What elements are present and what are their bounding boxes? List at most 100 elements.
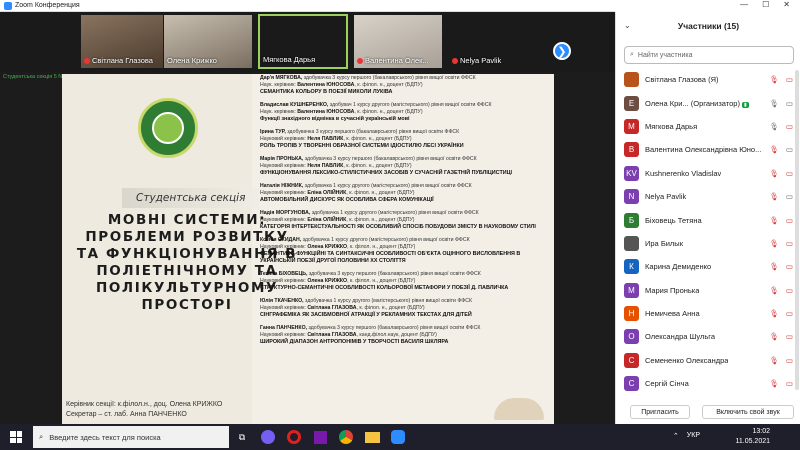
participant-row[interactable]: KV Kushnerenko Vladislav 🎙︎ ▭ [616, 162, 800, 185]
speaker-info: здобувач 1 курсу другого (магістерського… [328, 102, 492, 108]
avatar: К [624, 259, 639, 275]
mic-muted-icon[interactable]: 🎙︎ [769, 239, 779, 248]
speaker-entry: Дар'я МЯГКОВА, здобувачка 3 курсу першог… [260, 75, 552, 96]
camera-icon[interactable]: ▭ [786, 192, 793, 201]
mic-muted-icon[interactable]: 🎙︎ [769, 332, 779, 341]
talk-topic: Функції знахідного відмінка в сучасній у… [260, 116, 410, 122]
video-tile-active-speaker[interactable]: Мягкова Дарья [258, 14, 348, 69]
advisor-name: Неля ПАВЛИК [307, 163, 344, 169]
mic-muted-icon[interactable]: 🎙︎ [769, 169, 779, 178]
participant-row[interactable]: К Карина Демиденко 🎙︎ ▭ [616, 255, 800, 278]
mic-muted-icon[interactable]: 🎙︎ [769, 216, 779, 225]
minimize-button[interactable]: — [740, 0, 748, 12]
windows-start-icon[interactable] [7, 428, 25, 446]
mic-icon[interactable]: 🎙︎ [769, 122, 779, 131]
participants-panel: ⌄ Участники (15) ⌕ Найти участника Світл… [615, 12, 800, 424]
speaker-entry: Юлія ТКАЧЕНКО, здобувачка 1 курсу другог… [260, 298, 552, 319]
camera-off-icon[interactable]: ▭ [786, 309, 793, 318]
participant-row[interactable]: В Валентина Олександрівна Юно... 🎙︎ ▭ [616, 138, 800, 161]
talk-topic: АВТОМОБІЛЬНИЙ ДИСКУРС ЯК ОСОБЛИВА СФЕРА … [260, 197, 434, 203]
tray-up-chevron-icon[interactable]: ⌃ [673, 432, 679, 440]
advisor-name: Олена КРИЖКО [307, 278, 348, 284]
advisor-info: , к. філол. н., доцент (БДПУ) [356, 305, 425, 311]
maximize-button[interactable]: ☐ [762, 0, 769, 12]
task-view-icon[interactable]: ⧉ [229, 424, 255, 450]
camera-icon[interactable]: ▭ [786, 99, 793, 108]
advisor-name: Еліна ОЛІЙНИК [307, 217, 347, 223]
camera-off-icon[interactable]: ▭ [786, 122, 793, 131]
talk-topic: ФУНКЦІОНУВАННЯ ЛЕКСИКО-СТИЛІСТИЧНИХ ЗАСО… [260, 170, 513, 176]
speaker-name: Ірина ТУР, [260, 129, 286, 135]
file-explorer-icon[interactable] [359, 424, 385, 450]
advisor-name: Валентина ЮНОСОВА [297, 82, 355, 88]
camera-off-icon[interactable]: ▭ [786, 262, 793, 271]
mic-muted-icon[interactable]: 🎙︎ [769, 145, 779, 154]
video-tile[interactable]: Світлана Глазова [80, 14, 170, 69]
language-indicator[interactable]: УКР [687, 432, 700, 440]
mic-muted-icon[interactable]: 🎙︎ [769, 75, 779, 84]
taskbar-search-input[interactable]: ⌕ Введите здесь текст для поиска [33, 426, 229, 448]
camera-icon[interactable]: ▭ [786, 145, 793, 154]
mic-muted-icon[interactable]: 🎙︎ [769, 309, 779, 318]
onenote-icon[interactable] [307, 424, 333, 450]
participant-name: Мягкова Дарья [645, 121, 698, 131]
search-icon: ⌕ [39, 432, 44, 441]
mic-icon[interactable]: 🎙︎ [769, 99, 779, 108]
camera-off-icon[interactable]: ▭ [786, 169, 793, 178]
zoom-app-icon[interactable] [385, 424, 411, 450]
video-tile[interactable]: Олена Крижко [163, 14, 253, 69]
camera-off-icon[interactable]: ▭ [786, 332, 793, 341]
advisor-info: , к. філол. н., доцент (БДПУ) [343, 163, 412, 169]
advisor-name: Світлана ГЛАЗОВА [307, 332, 357, 338]
window-titlebar: Zoom Конференция [0, 0, 615, 12]
participant-row[interactable]: О Олександра Шульга 🎙︎ ▭ [616, 325, 800, 348]
camera-off-icon[interactable]: ▭ [786, 379, 793, 388]
invite-button[interactable]: Пригласить [630, 405, 690, 419]
viber-icon[interactable] [255, 424, 281, 450]
search-icon: ⌕ [630, 51, 634, 58]
chrome-icon[interactable] [333, 424, 359, 450]
participant-row[interactable]: М Мария Пронька 🎙︎ ▭ [616, 279, 800, 302]
advisor-label: Наук. керівник: [260, 82, 296, 88]
mic-muted-icon[interactable]: 🎙︎ [769, 356, 779, 365]
speaker-name: Дар'я МЯГКОВА, [260, 75, 303, 81]
participant-row[interactable]: Світлана Глазова (Я) 🎙︎ ▭ [616, 68, 800, 91]
camera-off-icon[interactable]: ▭ [786, 286, 793, 295]
participant-row[interactable]: М Мягкова Дарья 🎙︎ ▭ [616, 115, 800, 138]
camera-off-icon[interactable]: ▭ [786, 356, 793, 365]
camera-off-icon[interactable]: ▭ [786, 239, 793, 248]
tile-name: Олена Крижко [167, 56, 217, 65]
participant-row[interactable]: Б Біховець Тетяна 🎙︎ ▭ [616, 208, 800, 231]
video-tile[interactable]: Nelya Pavlik [448, 14, 538, 69]
participant-row[interactable]: Ира Билык 🎙︎ ▭ [616, 232, 800, 255]
next-page-chevron-icon[interactable]: ❯ [553, 42, 571, 60]
mic-muted-icon[interactable]: 🎙︎ [769, 286, 779, 295]
camera-off-icon[interactable]: ▭ [786, 216, 793, 225]
participant-list-scrollbar[interactable] [795, 70, 799, 390]
unmute-self-button[interactable]: Включить свой звук [702, 405, 794, 419]
close-button[interactable]: ✕ [783, 0, 790, 12]
participant-row[interactable]: С Семененко Олександра 🎙︎ ▭ [616, 349, 800, 372]
clock[interactable]: 13:02 11.05.2021 [735, 427, 770, 447]
speaker-name: Ксенія СКИДАН, [260, 237, 302, 243]
taskbar-search-placeholder: Введите здесь текст для поиска [49, 432, 161, 442]
participant-row[interactable]: С Сергій Сінча 🎙︎ ▭ [616, 372, 800, 395]
university-logo [138, 98, 198, 158]
logo-emblem [152, 112, 184, 144]
camera-off-icon[interactable]: ▭ [786, 75, 793, 84]
mic-muted-icon[interactable]: 🎙︎ [769, 192, 779, 201]
mic-muted-icon[interactable]: 🎙︎ [769, 379, 779, 388]
speaker-entry: Ксенія СКИДАН, здобувачка 1 курсу другог… [260, 237, 552, 265]
mic-muted-icon[interactable]: 🎙︎ [769, 262, 779, 271]
participant-row[interactable]: Е Олена Кри... (Организатор) ▮ 🎙︎ ▭ [616, 91, 800, 114]
participant-row[interactable]: N Nelya Pavlik 🎙︎ ▭ [616, 185, 800, 208]
advisor-info: , к. філол. н., доцент (БДПУ) [346, 217, 415, 223]
speaker-entry: Ганна ПАНЧЕНКО, здобувачка 3 курсу першо… [260, 325, 552, 346]
video-tile[interactable]: Валентина Олек... [353, 14, 443, 69]
opera-icon[interactable] [281, 424, 307, 450]
participant-search-input[interactable]: ⌕ Найти участника [624, 46, 794, 64]
talk-topic: СТРУКТУРНО-СЕМАНТИЧНІ ОСОБЛИВОСТІ КОЛЬОР… [260, 285, 509, 291]
advisor-info: , к. філол. н., доцент (БДПУ) [346, 190, 415, 196]
participant-row[interactable]: Н Немичева Анна 🎙︎ ▭ [616, 302, 800, 325]
advisor-label: Науковий керівник: [260, 163, 306, 169]
